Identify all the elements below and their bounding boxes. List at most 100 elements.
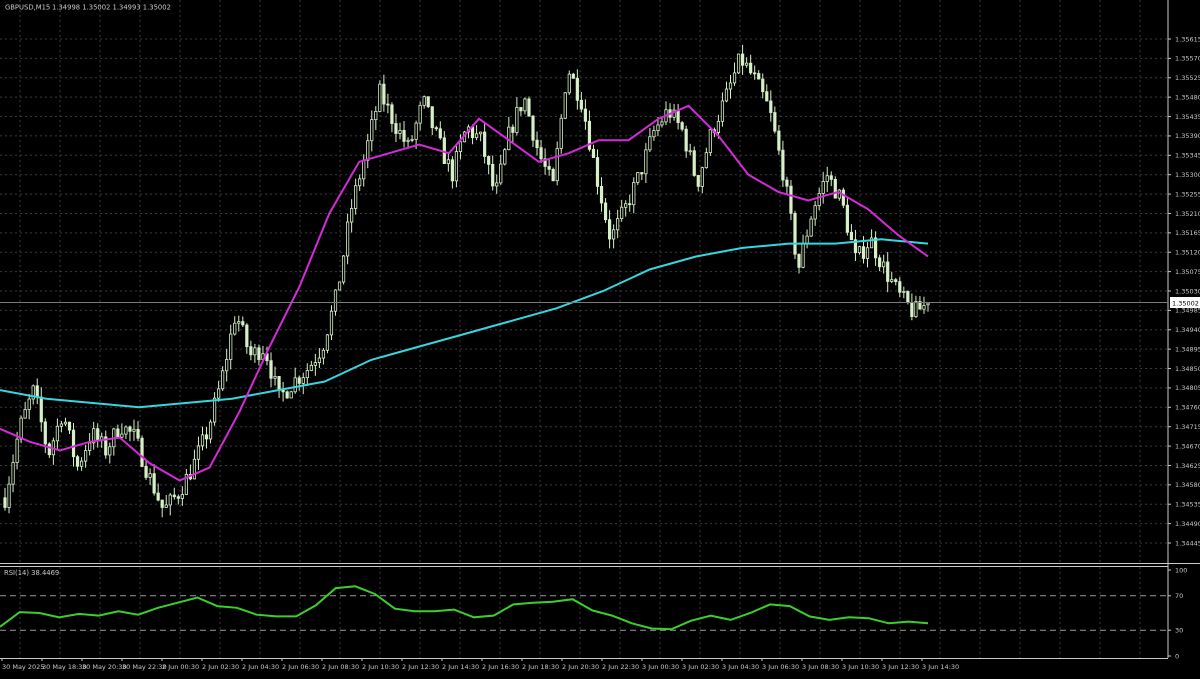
candle-body[interactable] [656,124,660,131]
candle-body[interactable] [829,175,833,180]
candle-body[interactable] [7,483,11,508]
candle-body[interactable] [366,140,370,161]
candle-body[interactable] [632,182,636,206]
candle-body[interactable] [825,175,829,182]
candle-body[interactable] [474,133,479,138]
candle-body[interactable] [257,347,261,360]
candle-body[interactable] [583,108,588,122]
candle-body[interactable] [362,159,366,180]
candle-body[interactable] [660,121,664,126]
candle-body[interactable] [620,206,624,220]
candle-body[interactable] [720,100,725,122]
candle-body[interactable] [196,445,201,460]
candle-body[interactable] [430,106,434,129]
candle-body[interactable] [841,189,845,206]
candle-body[interactable] [886,261,890,282]
candle-body[interactable] [777,130,781,151]
candle-body[interactable] [736,53,741,74]
candle-body[interactable] [382,83,386,105]
candle-body[interactable] [817,193,821,207]
candle-body[interactable] [503,149,507,165]
candle-body[interactable] [483,131,487,157]
candle-body[interactable] [454,151,459,182]
candle-body[interactable] [59,423,64,427]
candle-body[interactable] [204,434,209,440]
candle-body[interactable] [519,107,523,112]
candle-body[interactable] [728,82,733,90]
candle-body[interactable] [688,150,692,153]
candle-body[interactable] [43,421,47,445]
candle-body[interactable] [358,178,362,187]
candle-body[interactable] [148,473,152,478]
candle-body[interactable] [23,409,27,419]
candle-body[interactable] [926,302,930,306]
candle-body[interactable] [523,98,527,112]
candle-body[interactable] [269,360,273,379]
candle-body[interactable] [833,178,837,199]
candle-body[interactable] [297,377,301,384]
candle-body[interactable] [914,301,918,318]
candle-body[interactable] [164,504,168,508]
candle-body[interactable] [15,438,19,463]
candle-body[interactable] [19,417,23,440]
candle-body[interactable] [313,362,317,366]
candle-body[interactable] [757,73,761,80]
candle-body[interactable] [273,376,277,379]
candle-body[interactable] [156,492,160,501]
candle-body[interactable] [394,123,398,134]
candle-body[interactable] [289,391,293,399]
candle-body[interactable] [301,377,305,384]
candle-body[interactable] [128,426,132,432]
candle-body[interactable] [71,429,76,458]
candle-body[interactable] [487,156,491,165]
candle-body[interactable] [241,321,245,326]
candle-body[interactable] [237,321,241,324]
candle-body[interactable] [458,141,463,152]
candle-body[interactable] [84,450,88,462]
candle-body[interactable] [539,147,543,160]
candle-body[interactable] [410,138,414,141]
candle-body[interactable] [152,473,156,494]
candle-body[interactable] [652,130,656,138]
candle-body[interactable] [809,218,813,237]
candle-body[interactable] [345,221,350,257]
candle-body[interactable] [35,385,39,398]
candle-body[interactable] [765,91,769,102]
candle-body[interactable] [603,202,608,221]
candle-body[interactable] [559,117,563,149]
candle-body[interactable] [636,172,640,183]
candle-body[interactable] [499,163,503,184]
candle-body[interactable] [212,397,217,423]
candle-body[interactable] [160,499,164,508]
candle-body[interactable] [293,377,297,393]
candle-body[interactable] [845,204,849,233]
candle-body[interactable] [511,126,515,133]
candle-body[interactable] [390,104,394,124]
candle-body[interactable] [321,349,326,359]
candle-body[interactable] [527,98,531,117]
candle-body[interactable] [479,131,483,135]
candle-body[interactable] [495,182,499,187]
candle-body[interactable] [63,421,68,425]
candle-body[interactable] [547,166,551,170]
candle-body[interactable] [55,425,59,442]
candle-body[interactable] [684,128,688,152]
candle-body[interactable] [144,466,148,478]
candle-body[interactable] [591,148,596,158]
candle-body[interactable] [200,434,205,447]
candle-body[interactable] [233,322,237,335]
candle-body[interactable] [749,62,753,74]
candle-body[interactable] [696,175,700,187]
candle-body[interactable] [640,172,644,175]
candle-body[interactable] [79,460,84,467]
candle-body[interactable] [849,231,854,241]
candle-body[interactable] [341,255,346,283]
candle-body[interactable] [704,152,708,169]
candle-body[interactable] [575,77,579,101]
candle-body[interactable] [438,128,442,139]
candle-body[interactable] [648,136,652,151]
candle-body[interactable] [354,185,358,209]
candle-body[interactable] [676,109,680,124]
candle-body[interactable] [47,443,51,456]
candle-body[interactable] [898,281,902,293]
